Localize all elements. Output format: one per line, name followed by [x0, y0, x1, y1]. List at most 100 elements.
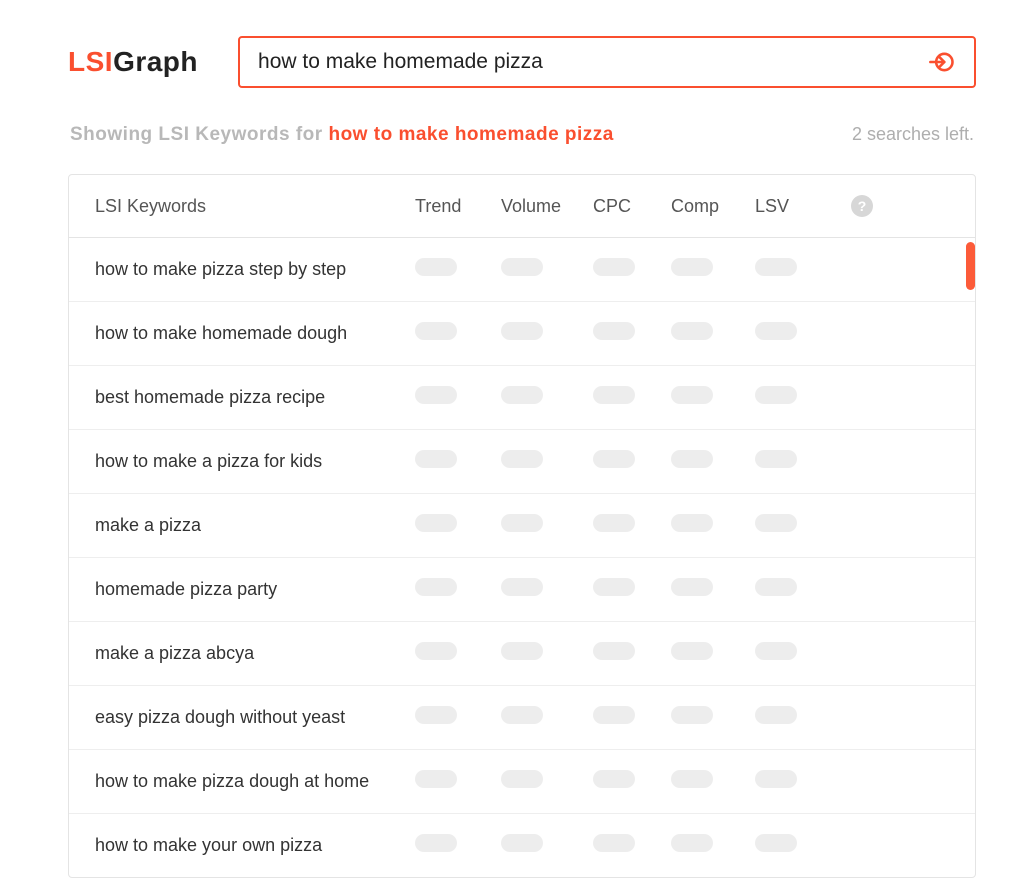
keyword-cell: best homemade pizza recipe: [95, 387, 415, 408]
metric-placeholder: [593, 322, 671, 345]
placeholder-pill: [593, 258, 635, 276]
metric-placeholder: [415, 642, 501, 665]
placeholder-pill: [501, 642, 543, 660]
table-row[interactable]: easy pizza dough without yeast: [69, 686, 975, 750]
table-body: how to make pizza step by step how to mak…: [69, 238, 975, 877]
placeholder-pill: [415, 834, 457, 852]
keyword-cell: easy pizza dough without yeast: [95, 707, 415, 728]
placeholder-pill: [415, 514, 457, 532]
keyword-cell: how to make homemade dough: [95, 323, 415, 344]
table-row[interactable]: how to make a pizza for kids: [69, 430, 975, 494]
metric-placeholder: [501, 258, 593, 281]
placeholder-pill: [501, 578, 543, 596]
metric-placeholder: [755, 706, 833, 729]
placeholder-pill: [593, 450, 635, 468]
metric-placeholder: [593, 706, 671, 729]
metric-placeholder: [671, 514, 755, 537]
metric-placeholder: [415, 770, 501, 793]
table-row[interactable]: how to make pizza step by step: [69, 238, 975, 302]
placeholder-pill: [501, 322, 543, 340]
scrollbar-track[interactable]: [966, 242, 975, 877]
placeholder-pill: [501, 706, 543, 724]
placeholder-pill: [671, 386, 713, 404]
placeholder-pill: [755, 322, 797, 340]
results-table: LSI Keywords Trend Volume CPC Comp LSV ?…: [68, 174, 976, 878]
table-row[interactable]: make a pizza abcya: [69, 622, 975, 686]
metric-placeholder: [755, 322, 833, 345]
placeholder-pill: [415, 706, 457, 724]
placeholder-pill: [671, 706, 713, 724]
metric-placeholder: [415, 258, 501, 281]
metric-placeholder: [671, 770, 755, 793]
metric-placeholder: [415, 578, 501, 601]
placeholder-pill: [671, 514, 713, 532]
placeholder-pill: [593, 834, 635, 852]
summary-text: Showing LSI Keywords for how to make hom…: [70, 124, 614, 146]
col-volume[interactable]: Volume: [501, 196, 593, 217]
keyword-cell: how to make a pizza for kids: [95, 451, 415, 472]
metric-placeholder: [593, 258, 671, 281]
table-row[interactable]: how to make homemade dough: [69, 302, 975, 366]
table-row[interactable]: how to make pizza dough at home: [69, 750, 975, 814]
keyword-cell: how to make pizza dough at home: [95, 771, 415, 792]
placeholder-pill: [755, 770, 797, 788]
metric-placeholder: [501, 706, 593, 729]
placeholder-pill: [671, 578, 713, 596]
col-cpc[interactable]: CPC: [593, 196, 671, 217]
header: LSIGraph: [68, 36, 976, 88]
placeholder-pill: [593, 322, 635, 340]
metric-placeholder: [755, 834, 833, 857]
placeholder-pill: [593, 770, 635, 788]
metric-placeholder: [501, 834, 593, 857]
table-row[interactable]: best homemade pizza recipe: [69, 366, 975, 430]
placeholder-pill: [755, 834, 797, 852]
placeholder-pill: [755, 706, 797, 724]
placeholder-pill: [501, 450, 543, 468]
col-trend[interactable]: Trend: [415, 196, 501, 217]
scrollbar-thumb[interactable]: [966, 242, 975, 290]
col-keywords: LSI Keywords: [95, 196, 415, 217]
metric-placeholder: [415, 322, 501, 345]
metric-placeholder: [593, 450, 671, 473]
placeholder-pill: [671, 322, 713, 340]
metric-placeholder: [671, 322, 755, 345]
placeholder-pill: [501, 258, 543, 276]
placeholder-pill: [671, 450, 713, 468]
placeholder-pill: [415, 770, 457, 788]
table-row[interactable]: homemade pizza party: [69, 558, 975, 622]
search-submit-button[interactable]: [924, 44, 960, 80]
keyword-cell: how to make pizza step by step: [95, 259, 415, 280]
placeholder-pill: [501, 770, 543, 788]
placeholder-pill: [755, 258, 797, 276]
metric-placeholder: [501, 322, 593, 345]
metric-placeholder: [415, 386, 501, 409]
metric-placeholder: [671, 258, 755, 281]
metric-placeholder: [755, 642, 833, 665]
placeholder-pill: [415, 450, 457, 468]
searches-left: 2 searches left.: [852, 124, 974, 145]
placeholder-pill: [415, 386, 457, 404]
table-row[interactable]: how to make your own pizza: [69, 814, 975, 877]
metric-placeholder: [755, 770, 833, 793]
metric-placeholder: [593, 386, 671, 409]
placeholder-pill: [593, 578, 635, 596]
help-icon[interactable]: ?: [851, 195, 873, 217]
placeholder-pill: [671, 834, 713, 852]
metric-placeholder: [671, 834, 755, 857]
search-input[interactable]: [258, 50, 924, 74]
metric-placeholder: [755, 514, 833, 537]
placeholder-pill: [755, 450, 797, 468]
enter-icon: [928, 48, 956, 76]
placeholder-pill: [671, 642, 713, 660]
summary-query: how to make homemade pizza: [328, 124, 613, 145]
metric-placeholder: [593, 834, 671, 857]
col-lsv[interactable]: LSV: [755, 196, 833, 217]
keyword-cell: make a pizza abcya: [95, 643, 415, 664]
metric-placeholder: [501, 386, 593, 409]
metric-placeholder: [593, 514, 671, 537]
placeholder-pill: [671, 770, 713, 788]
table-row[interactable]: make a pizza: [69, 494, 975, 558]
summary-prefix: Showing LSI Keywords for: [70, 124, 328, 145]
col-comp[interactable]: Comp: [671, 196, 755, 217]
placeholder-pill: [593, 642, 635, 660]
